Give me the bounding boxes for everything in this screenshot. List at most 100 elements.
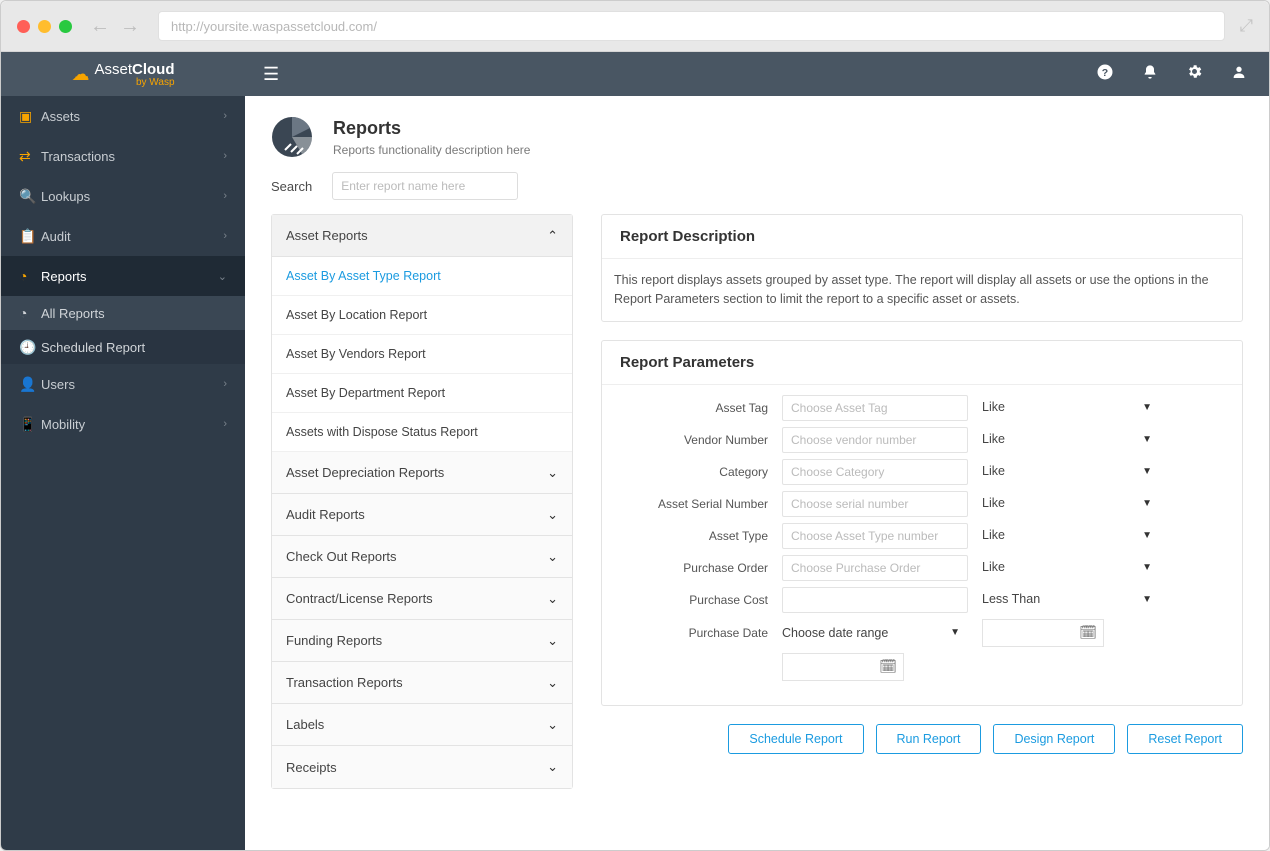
schedule-report-button[interactable]: Schedule Report [728, 724, 863, 754]
report-item-label: Asset By Department Report [286, 386, 445, 400]
date-range-select[interactable]: Choose date range ▼ [782, 620, 968, 646]
sidebar-item-label: Lookups [41, 189, 90, 204]
close-window-dot[interactable] [17, 20, 30, 33]
address-bar[interactable]: http://yoursite.waspassetcloud.com/ [158, 11, 1225, 41]
accordion-header-asset-reports[interactable]: Asset Reports ⌃ [272, 215, 572, 257]
reset-report-button[interactable]: Reset Report [1127, 724, 1243, 754]
notifications-icon[interactable] [1142, 64, 1158, 85]
settings-icon[interactable] [1186, 63, 1203, 85]
sidebar-item-lookups[interactable]: 🔍 Lookups › [1, 176, 245, 216]
browser-chrome: ← → http://yoursite.waspassetcloud.com/ … [1, 1, 1269, 52]
report-item[interactable]: Asset By Location Report [272, 296, 572, 335]
report-item-label: Asset By Vendors Report [286, 347, 426, 361]
design-report-button[interactable]: Design Report [993, 724, 1115, 754]
sidebar-subitem-all-reports[interactable]: ◔ All Reports [1, 296, 245, 330]
caret-down-icon: ▼ [1142, 498, 1152, 509]
accordion-header-label: Funding Reports [286, 633, 382, 648]
param-input-2[interactable] [782, 459, 968, 485]
param-input-6[interactable] [782, 587, 968, 613]
report-item-label: Asset By Asset Type Report [286, 269, 441, 283]
chevron-down-icon: ⌄ [547, 549, 558, 565]
report-parameters-panel: Report Parameters Asset Tag Like ▼ Vendo… [601, 340, 1243, 706]
caret-down-icon: ▼ [1142, 434, 1152, 445]
accordion-header-label: Asset Depreciation Reports [286, 465, 444, 480]
sidebar-subitem-scheduled-report[interactable]: 🕘 Scheduled Report [1, 330, 245, 364]
param-operator-value: Like [982, 496, 1005, 510]
help-icon[interactable]: ? [1096, 63, 1114, 86]
window-controls [17, 20, 72, 33]
report-item-label: Asset By Location Report [286, 308, 427, 322]
pie-chart-icon [271, 116, 313, 158]
accordion-header[interactable]: Audit Reports⌄ [272, 494, 572, 536]
accordion-header-label: Receipts [286, 760, 337, 775]
param-label: Purchase Order [614, 561, 768, 575]
param-label: Asset Serial Number [614, 497, 768, 511]
brand-byline: by Wasp [94, 77, 174, 88]
report-description-panel: Report Description This report displays … [601, 214, 1243, 322]
caret-down-icon: ▼ [1142, 466, 1152, 477]
sidebar-item-users[interactable]: 👤 Users › [1, 364, 245, 404]
param-input-4[interactable] [782, 523, 968, 549]
chevron-right-icon: › [223, 150, 227, 162]
accordion-header[interactable]: Labels⌄ [272, 704, 572, 746]
param-operator-value: Like [982, 400, 1005, 414]
sidebar-item-reports[interactable]: ◔ Reports ⌄ [1, 256, 245, 296]
minimize-window-dot[interactable] [38, 20, 51, 33]
pie-icon: ◔ [19, 268, 41, 284]
tablet-icon: 📱 [19, 416, 41, 433]
chevron-right-icon: › [223, 418, 227, 430]
hamburger-icon[interactable]: ☰ [263, 64, 279, 85]
param-operator-select[interactable]: Like ▼ [982, 395, 1160, 421]
accordion-header[interactable]: Check Out Reports⌄ [272, 536, 572, 578]
caret-down-icon: ▼ [1142, 402, 1152, 413]
param-input-0[interactable] [782, 395, 968, 421]
sidebar-subitem-label: Scheduled Report [41, 340, 145, 355]
param-input-3[interactable] [782, 491, 968, 517]
date-picker-end[interactable]: 🗓 [982, 619, 1104, 647]
report-description-text: This report displays assets grouped by a… [602, 259, 1242, 321]
param-operator-select[interactable]: Like ▼ [982, 427, 1160, 453]
sidebar-item-audit[interactable]: 📋 Audit › [1, 216, 245, 256]
param-operator-select[interactable]: Like ▼ [982, 555, 1160, 581]
date-picker-start[interactable]: 🗓 [782, 653, 904, 681]
param-operator-value: Like [982, 464, 1005, 478]
param-operator-select[interactable]: Like ▼ [982, 523, 1160, 549]
search-input[interactable] [332, 172, 518, 200]
pie-icon: ◔ [19, 305, 41, 321]
report-item[interactable]: Asset By Asset Type Report [272, 257, 572, 296]
param-operator-select[interactable]: Less Than ▼ [982, 587, 1160, 613]
report-item[interactable]: Asset By Vendors Report [272, 335, 572, 374]
accordion-header[interactable]: Transaction Reports⌄ [272, 662, 572, 704]
chevron-down-icon: ⌄ [547, 717, 558, 733]
chevron-right-icon: › [223, 110, 227, 122]
caret-down-icon: ▼ [1142, 594, 1152, 605]
param-label: Asset Type [614, 529, 768, 543]
brand-logo[interactable]: ☁ AssetCloud by Wasp [1, 61, 245, 88]
param-operator-value: Like [982, 560, 1005, 574]
param-operator-select[interactable]: Like ▼ [982, 491, 1160, 517]
param-label: Asset Tag [614, 401, 768, 415]
param-label: Purchase Cost [614, 593, 768, 607]
param-operator-select[interactable]: Like ▼ [982, 459, 1160, 485]
sidebar-item-mobility[interactable]: 📱 Mobility › [1, 404, 245, 444]
sidebar-item-assets[interactable]: ▣ Assets › [1, 96, 245, 136]
report-item[interactable]: Assets with Dispose Status Report [272, 413, 572, 452]
cloud-icon: ☁ [71, 64, 89, 85]
param-input-1[interactable] [782, 427, 968, 453]
accordion-header[interactable]: Receipts ⌄ [272, 746, 572, 788]
expand-icon[interactable]: ⤢ [1239, 16, 1253, 36]
param-input-5[interactable] [782, 555, 968, 581]
accordion-header-label: Contract/License Reports [286, 591, 433, 606]
accordion-header[interactable]: Contract/License Reports⌄ [272, 578, 572, 620]
report-item[interactable]: Asset By Department Report [272, 374, 572, 413]
maximize-window-dot[interactable] [59, 20, 72, 33]
back-icon[interactable]: ← [90, 15, 110, 38]
user-icon[interactable] [1231, 64, 1247, 85]
run-report-button[interactable]: Run Report [876, 724, 982, 754]
brand-name: Asset [94, 61, 132, 78]
accordion-header[interactable]: Funding Reports⌄ [272, 620, 572, 662]
accordion-header[interactable]: Asset Depreciation Reports⌄ [272, 452, 572, 494]
sidebar-item-transactions[interactable]: ⇄ Transactions › [1, 136, 245, 176]
forward-icon[interactable]: → [120, 15, 140, 38]
chevron-down-icon: ⌄ [547, 759, 558, 775]
